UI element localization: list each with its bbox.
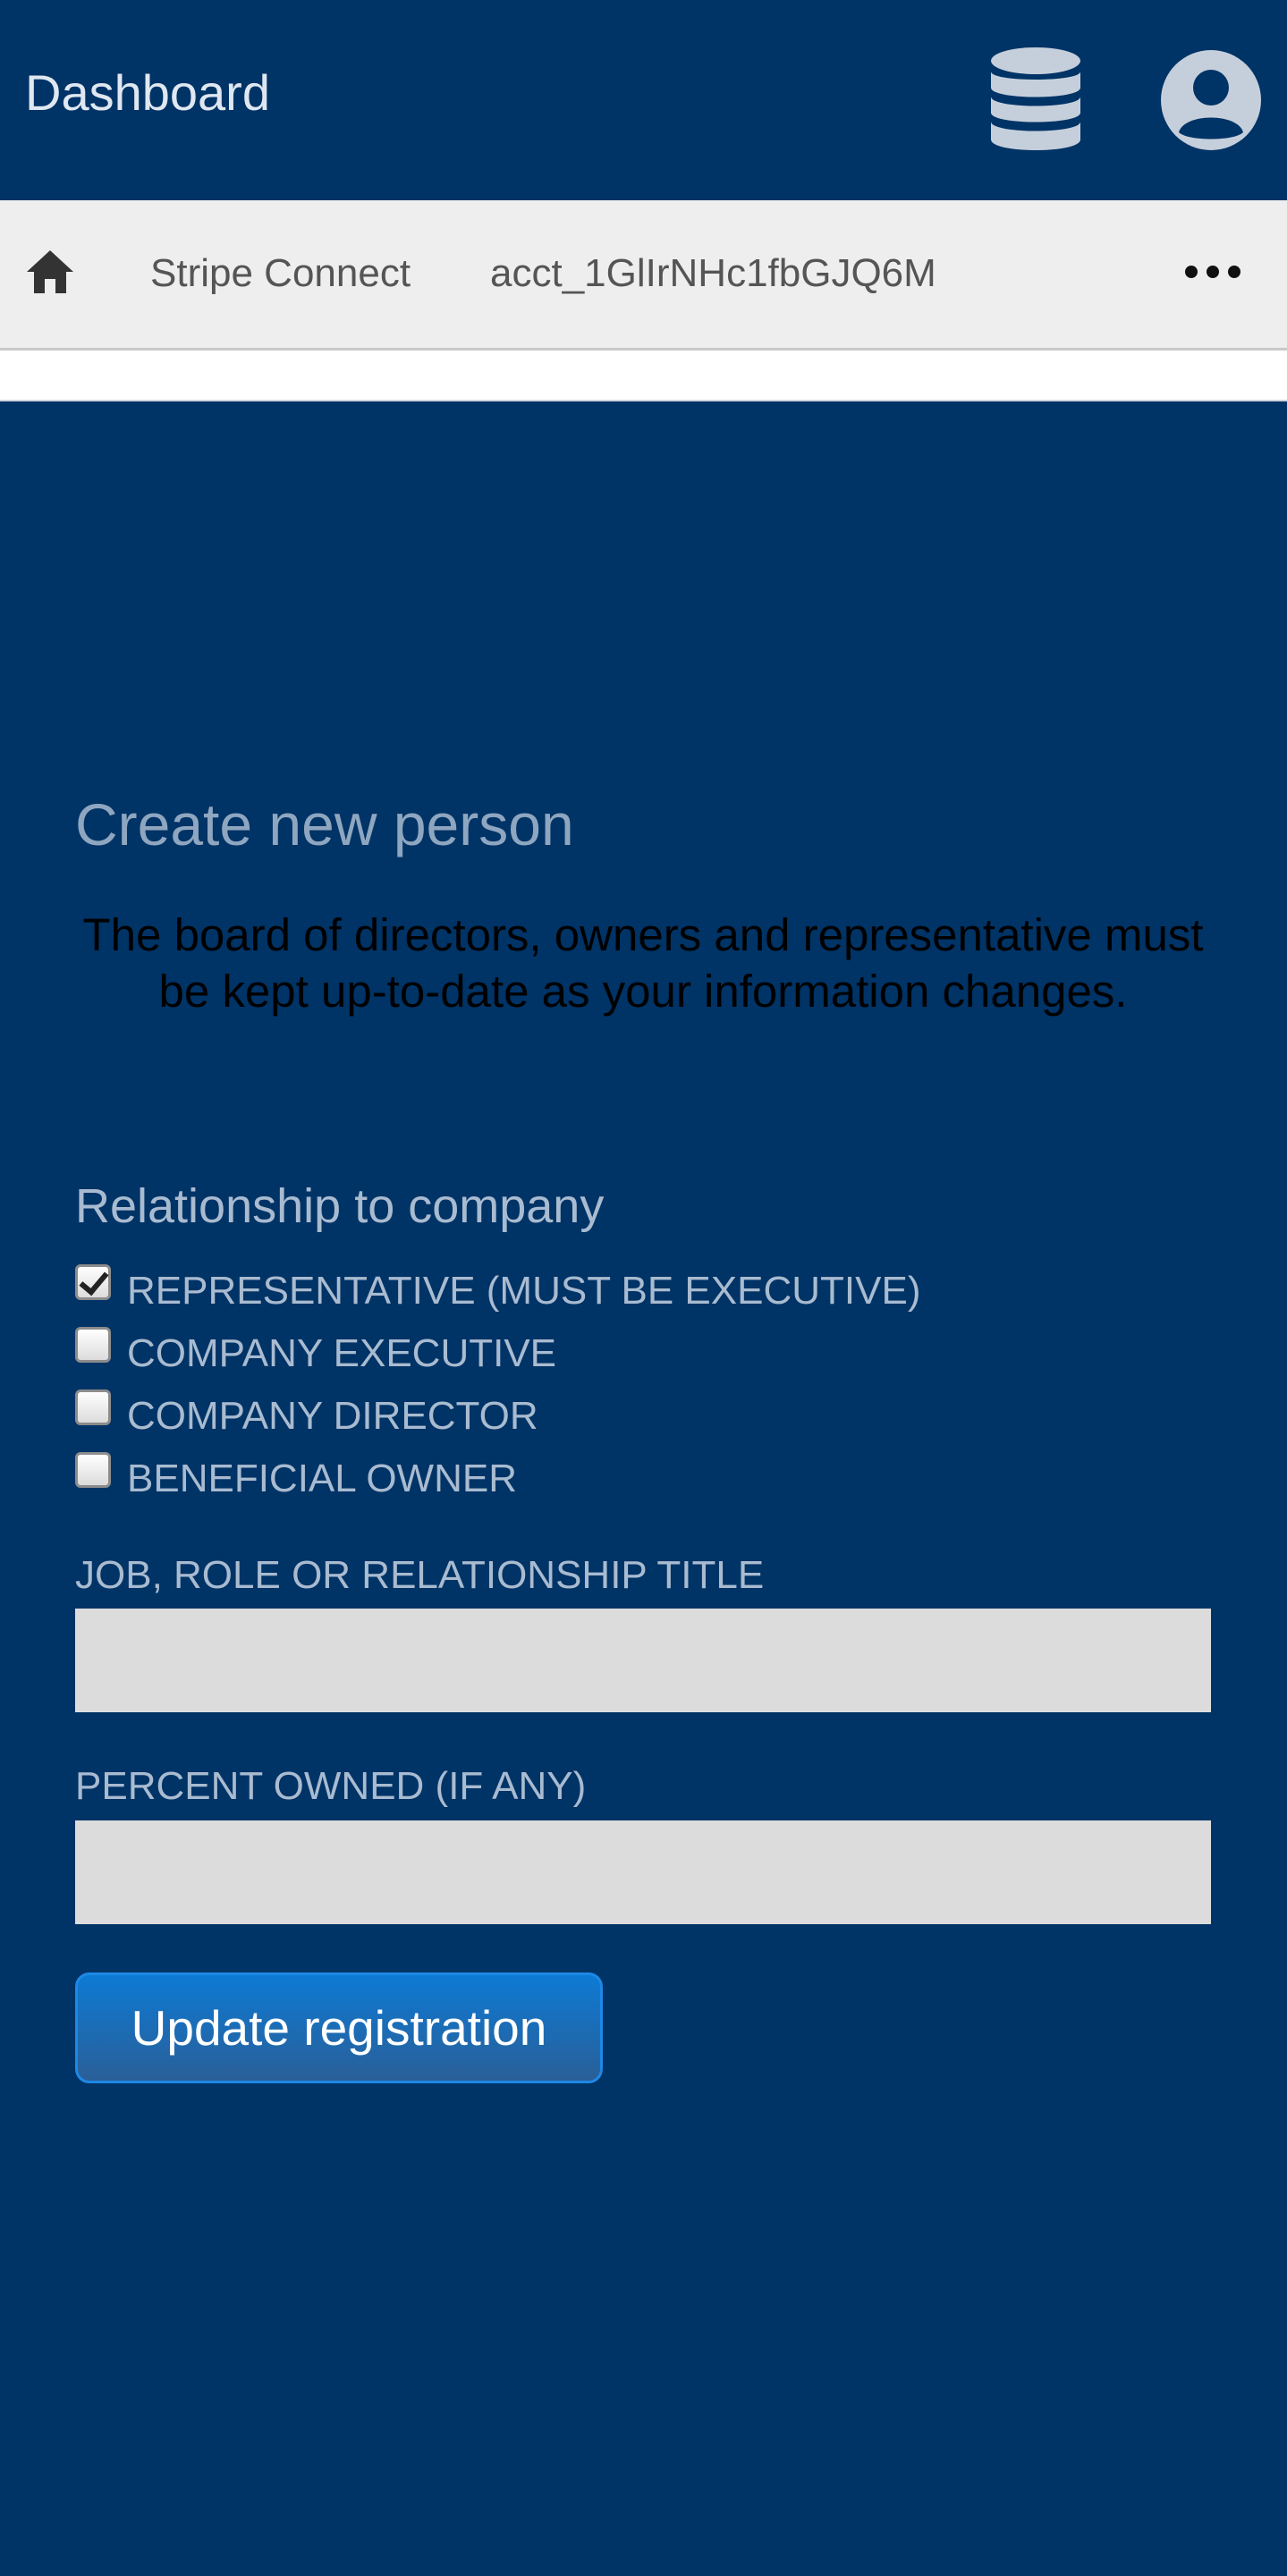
more-horizontal-icon[interactable] [1181, 247, 1245, 297]
director-label: COMPANY DIRECTOR [127, 1394, 538, 1438]
percent-owned-label: PERCENT OWNED (IF ANY) [75, 1764, 587, 1808]
user-circle-icon[interactable] [1159, 48, 1263, 152]
representative-checkbox[interactable] [75, 1264, 111, 1300]
relationship-section-title: Relationship to company [75, 1179, 605, 1233]
job-title-input[interactable] [75, 1609, 1211, 1712]
executive-checkbox[interactable] [75, 1327, 111, 1363]
breadcrumb: Stripe Connect acct_1GlIrNHc1fbGJQ6M [0, 200, 1287, 351]
beneficial-owner-label: BENEFICIAL OWNER [127, 1457, 517, 1500]
relationship-option-representative[interactable]: REPRESENTATIVE (MUST BE EXECUTIVE) [75, 1264, 920, 1318]
job-title-label: JOB, ROLE OR RELATIONSHIP TITLE [75, 1553, 765, 1597]
update-registration-button[interactable]: Update registration [75, 1972, 603, 2083]
database-icon[interactable] [989, 46, 1082, 154]
form-title: Create new person [75, 791, 574, 857]
app-title: Dashboard [25, 64, 270, 121]
director-checkbox[interactable] [75, 1389, 111, 1425]
relationship-option-director[interactable]: COMPANY DIRECTOR [75, 1389, 538, 1443]
top-header: Dashboard [0, 0, 1287, 200]
representative-label: REPRESENTATIVE (MUST BE EXECUTIVE) [127, 1269, 921, 1313]
relationship-option-executive[interactable]: COMPANY EXECUTIVE [75, 1327, 556, 1381]
executive-label: COMPANY EXECUTIVE [127, 1331, 557, 1375]
notice-text: The board of directors, owners and repre… [82, 909, 1204, 1017]
home-icon[interactable] [23, 245, 77, 299]
percent-owned-input[interactable] [75, 1820, 1211, 1924]
page-header-strip [0, 351, 1287, 401]
beneficial-owner-checkbox[interactable] [75, 1452, 111, 1488]
breadcrumb-item-account-id[interactable]: acct_1GlIrNHc1fbGJQ6M [490, 250, 936, 297]
relationship-option-beneficial-owner[interactable]: BENEFICIAL OWNER [75, 1452, 517, 1506]
breadcrumb-item-stripe-connect[interactable]: Stripe Connect [150, 250, 411, 297]
